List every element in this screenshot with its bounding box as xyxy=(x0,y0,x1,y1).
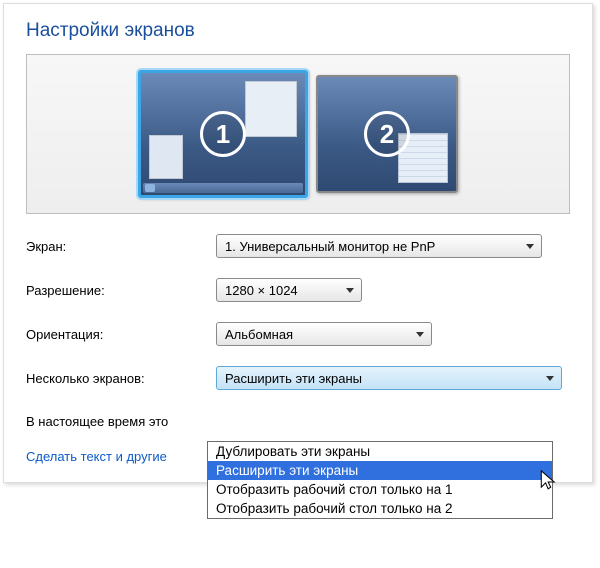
monitor-1-number: 1 xyxy=(200,111,246,157)
option-extend[interactable]: Расширить эти экраны xyxy=(208,461,552,480)
orientation-select-value: Альбомная xyxy=(225,327,293,342)
resolution-select-value: 1280 × 1024 xyxy=(225,283,298,298)
row-resolution: Разрешение: 1280 × 1024 xyxy=(26,278,570,302)
monitor-arrangement-box[interactable]: 1 2 xyxy=(26,54,570,214)
page-title: Настройки экранов xyxy=(26,20,570,42)
resolution-select[interactable]: 1280 × 1024 xyxy=(216,278,362,302)
multiple-displays-select[interactable]: Расширить эти экраны xyxy=(216,366,562,390)
label-orientation: Ориентация: xyxy=(26,327,216,342)
monitor-2-number: 2 xyxy=(364,111,410,157)
label-display: Экран: xyxy=(26,239,216,254)
monitor-1[interactable]: 1 xyxy=(138,70,308,198)
monitor-2[interactable]: 2 xyxy=(316,75,458,193)
label-resolution: Разрешение: xyxy=(26,283,216,298)
monitor-1-taskbar xyxy=(143,183,303,193)
label-multiple: Несколько экранов: xyxy=(26,371,216,386)
orientation-select[interactable]: Альбомная xyxy=(216,322,432,346)
display-select[interactable]: 1. Универсальный монитор не PnP xyxy=(216,234,542,258)
display-settings-panel: Настройки экранов 1 2 Экран: 1. Универса… xyxy=(3,3,593,483)
row-display: Экран: 1. Универсальный монитор не PnP xyxy=(26,234,570,258)
primary-display-note: В настоящее время это xyxy=(26,414,570,429)
option-duplicate[interactable]: Дублировать эти экраны xyxy=(208,442,552,461)
multiple-displays-value: Расширить эти экраны xyxy=(225,371,362,386)
display-select-value: 1. Универсальный монитор не PnP xyxy=(225,239,435,254)
row-orientation: Ориентация: Альбомная xyxy=(26,322,570,346)
multiple-displays-dropdown[interactable]: Дублировать эти экраны Расширить эти экр… xyxy=(207,441,553,519)
option-only-1[interactable]: Отобразить рабочий стол только на 1 xyxy=(208,480,552,499)
option-only-2[interactable]: Отобразить рабочий стол только на 2 xyxy=(208,499,552,518)
row-multiple: Несколько экранов: Расширить эти экраны xyxy=(26,366,570,390)
